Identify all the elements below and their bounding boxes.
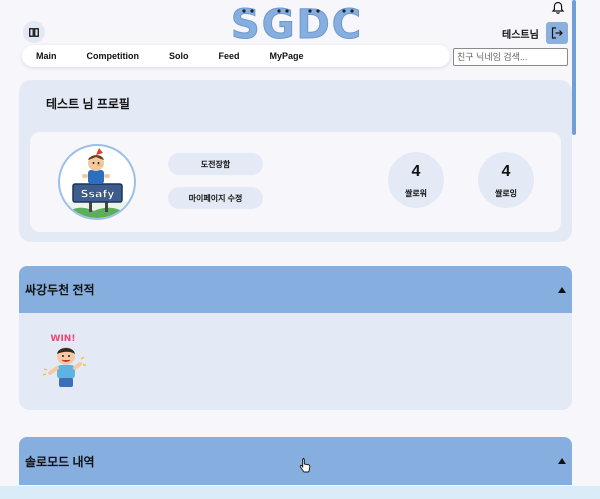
nav-item-solo[interactable]: Solo [169,51,189,61]
pointer-cursor-icon [299,458,311,473]
avatar: Ssafy [58,144,136,220]
nav-item-main[interactable]: Main [36,51,57,61]
friend-search-input[interactable] [453,48,568,66]
logo[interactable]: SGDC [227,0,367,47]
following-label: 쌀로잉 [494,188,518,198]
follower-label: 쌀로워 [404,188,428,198]
user-name[interactable]: 테스트님 [502,24,539,42]
following-count: 4 [501,162,511,180]
logout-icon [551,27,563,39]
footer-wave [0,486,600,499]
avatar-sign-text: Ssafy [81,188,115,201]
scrollbar[interactable] [572,0,576,135]
profile-title: 테스트 님 프로필 [46,97,130,111]
caret-up-icon[interactable] [558,287,566,293]
solo-mode-title: 솔로모드 내역 [25,454,95,469]
sidebar-toggle-button[interactable] [23,21,45,43]
challenge-box-button[interactable]: 도전장함 [168,153,263,175]
logo-text: SGDC [231,2,363,46]
edit-mypage-button[interactable]: 마이페이지 수정 [168,187,263,209]
following-stat[interactable]: 4 쌀로잉 [478,152,534,208]
battle-history-body: WIN! [19,313,572,410]
solo-mode-header[interactable]: 솔로모드 내역 [19,437,572,485]
win-badge-image: WIN! [42,334,86,387]
follower-stat[interactable]: 4 쌀로워 [388,152,444,208]
nav-item-mypage[interactable]: MyPage [270,51,304,61]
nav-item-competition[interactable]: Competition [87,51,140,61]
nav-item-feed[interactable]: Feed [219,51,240,61]
battle-history-header[interactable]: 싸강두천 전적 [19,266,572,313]
caret-up-icon[interactable] [558,458,566,464]
profile-summary: Ssafy 도전장함 마이페이지 수정 4 쌀로워 4 쌀로잉 [30,132,561,232]
avatar-character-image: Ssafy [60,148,134,218]
profile-card: 테스트 님 프로필 Ssafy 도전장함 마이페이지 수정 4 쌀로워 4 쌀로… [19,80,572,242]
battle-history-title: 싸강두천 전적 [25,283,95,297]
follower-count: 4 [411,162,421,180]
win-badge-text: WIN! [51,334,76,344]
logout-button[interactable] [546,22,568,44]
top-bar: SGDC 테스트님 [0,0,600,46]
sidebar-icon [29,27,39,37]
bell-icon[interactable] [551,1,565,15]
main-nav: Main Competition Solo Feed MyPage [22,45,450,67]
